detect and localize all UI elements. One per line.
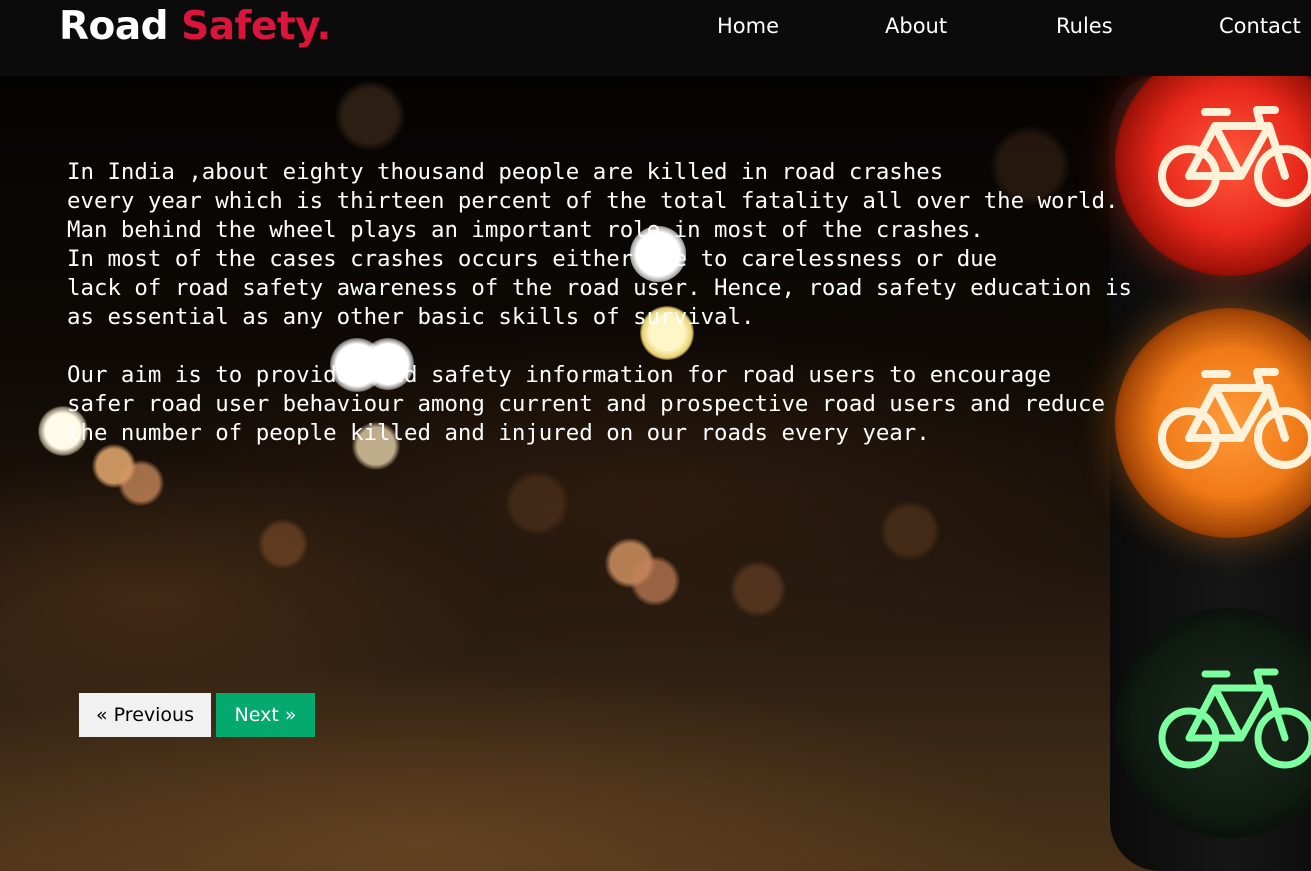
bicycle-icon <box>1158 668 1311 769</box>
text-line: the number of people killed and injured … <box>67 420 930 446</box>
text-line: lack of road safety awareness of the roa… <box>67 275 1132 301</box>
text-line: as essential as any other basic skills o… <box>67 304 755 330</box>
bokeh-light <box>258 519 308 569</box>
text-line: safer road user behaviour among current … <box>67 391 1105 417</box>
bokeh-light <box>605 538 655 588</box>
bokeh-light <box>730 561 786 617</box>
text-line: Our aim is to provide road safety inform… <box>67 362 1052 388</box>
nav-home-link[interactable]: Home <box>717 12 779 40</box>
text-line: In most of the cases crashes occurs eith… <box>67 246 998 272</box>
previous-button[interactable]: « Previous <box>79 693 211 737</box>
bokeh-light <box>880 501 940 561</box>
nav-about-link[interactable]: About <box>885 12 947 40</box>
bokeh-light <box>630 556 680 606</box>
text-line: Man behind the wheel plays an important … <box>67 217 984 243</box>
bokeh-light <box>505 471 569 535</box>
nav-contact-link[interactable]: Contact <box>1219 12 1301 40</box>
next-button[interactable]: Next » <box>216 693 315 737</box>
text-line: every year which is thirteen percent of … <box>67 188 1119 214</box>
main-nav: Home About Rules Contact <box>0 12 1311 42</box>
intro-content: In India ,about eighty thousand people a… <box>67 158 1197 448</box>
site-header: Road Safety. Home About Rules Contact <box>0 0 1311 76</box>
nav-rules-link[interactable]: Rules <box>1056 12 1113 40</box>
aim-paragraph: Our aim is to provide road safety inform… <box>67 361 1197 448</box>
bokeh-light <box>335 81 405 151</box>
intro-paragraph: In India ,about eighty thousand people a… <box>67 158 1197 332</box>
bokeh-light <box>92 444 136 488</box>
bokeh-light <box>118 460 164 506</box>
text-line: In India ,about eighty thousand people a… <box>67 159 944 185</box>
